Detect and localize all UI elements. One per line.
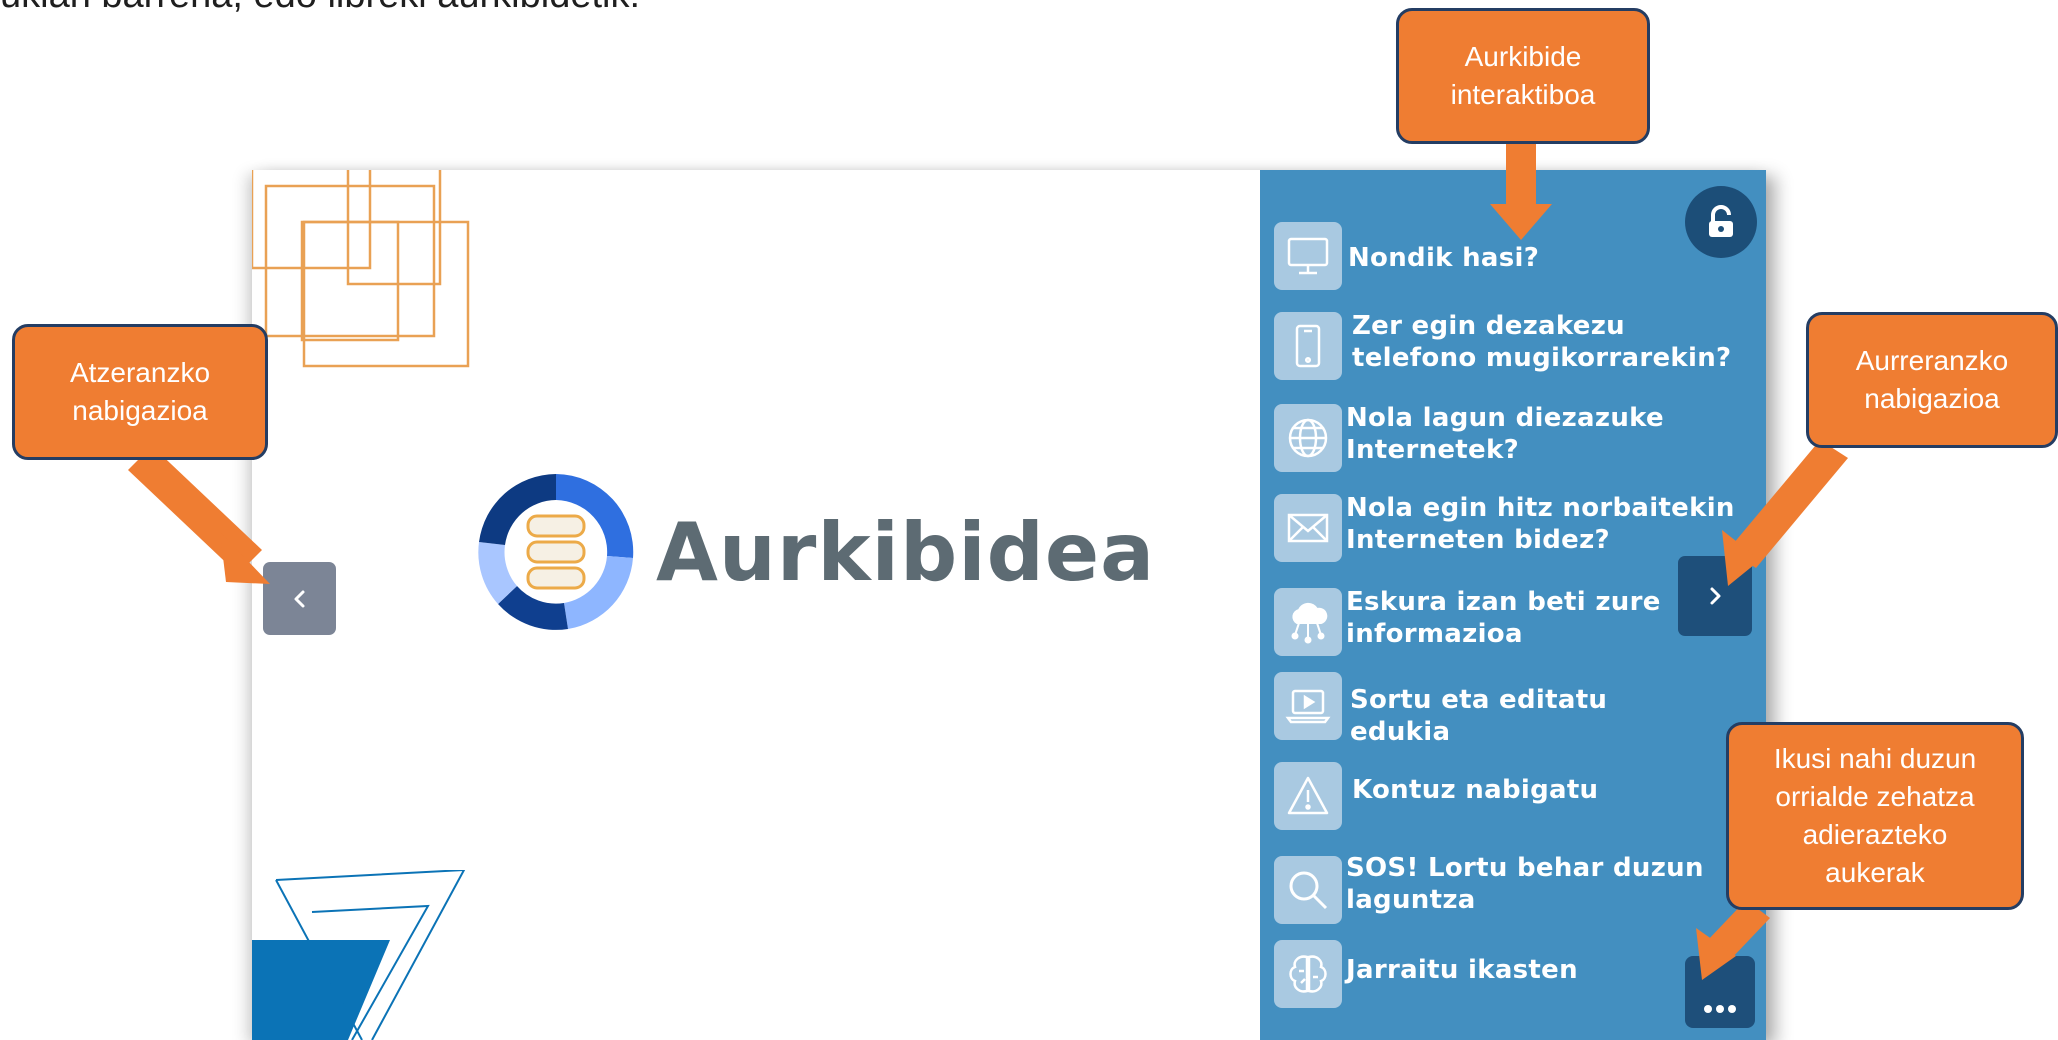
- callout-forward-text: Aurreranzko nabigazioa: [1855, 345, 2009, 414]
- callout-toc-text: Aurkibide interaktiboa: [1450, 41, 1596, 110]
- callout-options-text: Ikusi nahi duzun orrialde zehatza adiera…: [1773, 743, 1977, 888]
- callout-back-text: Atzeranzko nabigazioa: [69, 357, 211, 426]
- callout-options: Ikusi nahi duzun orrialde zehatza adiera…: [1726, 722, 2024, 910]
- callout-toc: Aurkibide interaktiboa: [1396, 8, 1650, 144]
- callout-forward-navigation: Aurreranzko nabigazioa: [1806, 312, 2058, 448]
- callout-back-navigation: Atzeranzko nabigazioa: [12, 324, 268, 460]
